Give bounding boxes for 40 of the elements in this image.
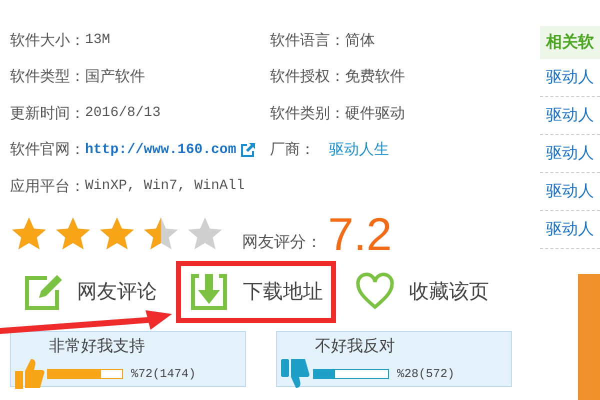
vendor-link[interactable]: 驱动人生 [329, 140, 389, 160]
thumbs-down-icon [279, 356, 311, 390]
info-value: 国产软件 [85, 67, 145, 86]
thumbs-up-icon [13, 356, 45, 390]
vote-panel[interactable]: 非常好我支持 %72(1474) [10, 330, 246, 386]
download-button[interactable]: 下载地址 [176, 260, 336, 322]
comment-button[interactable]: 网友评论 [10, 260, 170, 322]
vote-count: %72(1474) [131, 366, 196, 380]
vote-label: 不好我反对 [314, 336, 396, 356]
info-label: 软件官网： [10, 140, 85, 160]
info-label: 软件类别： [270, 104, 345, 123]
rating-score: 7.2 [328, 210, 392, 258]
info-value: 简体 [345, 30, 375, 50]
info-label: 软件语言： [270, 30, 345, 50]
related-link[interactable]: 驱动人 [540, 135, 600, 173]
info-label: 厂商： [270, 140, 315, 160]
website-link[interactable]: http://www.160.com [85, 142, 236, 158]
download-icon [189, 272, 229, 312]
info-value: 13M [85, 32, 110, 48]
info-value: 免费软件 [345, 67, 405, 86]
related-link[interactable]: 驱动人 [540, 97, 600, 135]
external-link-icon [240, 142, 256, 158]
related-link[interactable]: 驱动人 [540, 173, 600, 211]
info-label: 软件类型： [10, 67, 85, 86]
info-label: 应用平台： [10, 176, 85, 196]
related-link[interactable]: 驱动人 [540, 211, 600, 249]
related-link[interactable]: 驱动人 [540, 59, 600, 97]
info-label: 软件大小： [10, 30, 85, 50]
sidebar-heading: 相关软 [540, 26, 600, 59]
info-value: 硬件驱动 [345, 104, 405, 123]
vote-count: %28(572) [397, 366, 455, 380]
favorite-button[interactable]: 收藏该页 [342, 260, 502, 322]
rating-label: 网友评分： [242, 232, 322, 252]
vote-panel[interactable]: 不好我反对 %28(572) [276, 330, 512, 386]
info-label: 更新时间： [10, 104, 85, 123]
info-value: WinXP, Win7, WinAll [85, 178, 245, 194]
vote-label: 非常好我支持 [48, 336, 146, 356]
info-value: 2016/8/13 [85, 105, 161, 122]
heart-icon [355, 272, 395, 312]
info-label: 软件授权： [270, 67, 345, 86]
